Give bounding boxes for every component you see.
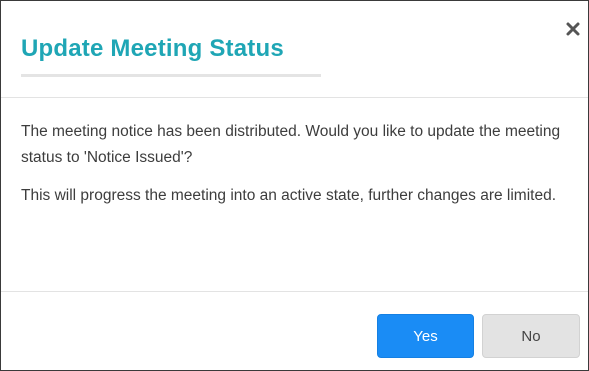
dialog-title: Update Meeting Status (21, 35, 284, 62)
close-button[interactable] (563, 19, 583, 39)
dialog-message: The meeting notice has been distributed.… (21, 123, 561, 166)
dialog-header: Update Meeting Status (1, 1, 588, 98)
dialog-warning: This will progress the meeting into an a… (21, 187, 557, 204)
no-button[interactable]: No (482, 314, 580, 358)
title-underline (21, 74, 321, 77)
update-meeting-status-dialog: Update Meeting Status The meeting notice… (0, 0, 589, 371)
dialog-body: The meeting notice has been distributed.… (21, 119, 566, 209)
dialog-footer: Yes No (1, 291, 588, 371)
close-icon (566, 22, 580, 36)
yes-button[interactable]: Yes (377, 314, 474, 358)
